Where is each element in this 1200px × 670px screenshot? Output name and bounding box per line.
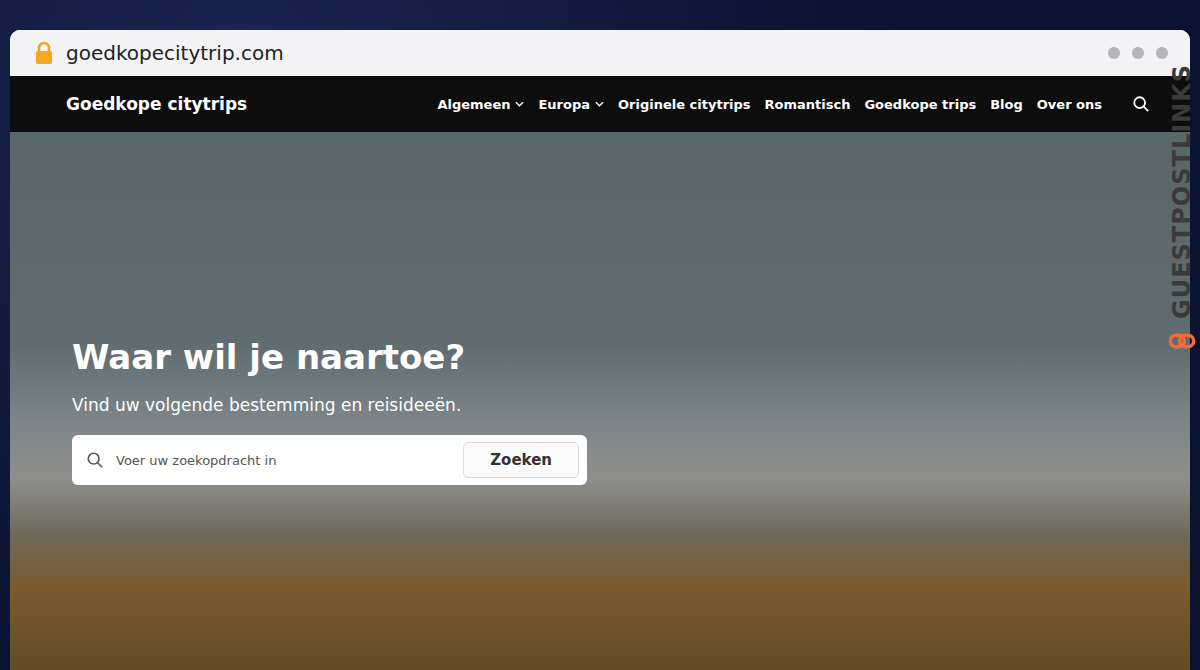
- control-dot[interactable]: [1156, 47, 1168, 59]
- nav-item[interactable]: Algemeen: [437, 97, 524, 112]
- chevron-down-icon: [595, 101, 604, 107]
- nav-item[interactable]: Goedkope trips: [864, 97, 976, 112]
- address-bar: goedkopecitytrip.com: [10, 30, 1190, 76]
- nav-item[interactable]: Romantisch: [765, 97, 851, 112]
- lock-icon: [34, 41, 54, 65]
- window-controls: [1108, 47, 1168, 59]
- chevron-down-icon: [515, 101, 524, 107]
- nav-item[interactable]: Over ons: [1037, 97, 1102, 112]
- nav-menu: Algemeen Europa Originele citytrips Roma…: [437, 95, 1150, 113]
- search-input[interactable]: Voer uw zoekopdracht in: [116, 453, 463, 468]
- search-icon: [86, 451, 104, 469]
- search-button[interactable]: Zoeken: [463, 442, 579, 478]
- watermark: GUESTPOSTLINKS: [1166, 64, 1198, 355]
- browser-window: goedkopecitytrip.com Goedkope citytrips Al…: [10, 30, 1190, 670]
- page: goedkopecitytrip.com Goedkope citytrips Al…: [0, 0, 1200, 670]
- control-dot[interactable]: [1108, 47, 1120, 59]
- search-box: Voer uw zoekopdracht inZoeken: [72, 435, 587, 485]
- nav-item[interactable]: Blog: [990, 97, 1023, 112]
- hero-subtitle: Vind uw volgende bestemming en reisideeë…: [72, 395, 1190, 415]
- search-icon[interactable]: [1132, 95, 1150, 113]
- nav-bar: Goedkope citytrips Algemeen Europa Origin…: [10, 76, 1190, 132]
- control-dot[interactable]: [1132, 47, 1144, 59]
- site-logo[interactable]: Goedkope citytrips: [66, 94, 247, 114]
- hero-section: Waar wil je naartoe? Vind uw volgende bes…: [10, 132, 1190, 670]
- link-icon: [1168, 327, 1196, 355]
- nav-item[interactable]: Originele citytrips: [618, 97, 751, 112]
- watermark-text: GUESTPOSTLINKS: [1168, 64, 1196, 319]
- url-text[interactable]: goedkopecitytrip.com: [66, 41, 284, 65]
- nav-item[interactable]: Europa: [538, 97, 604, 112]
- hero-title: Waar wil je naartoe?: [72, 337, 1190, 377]
